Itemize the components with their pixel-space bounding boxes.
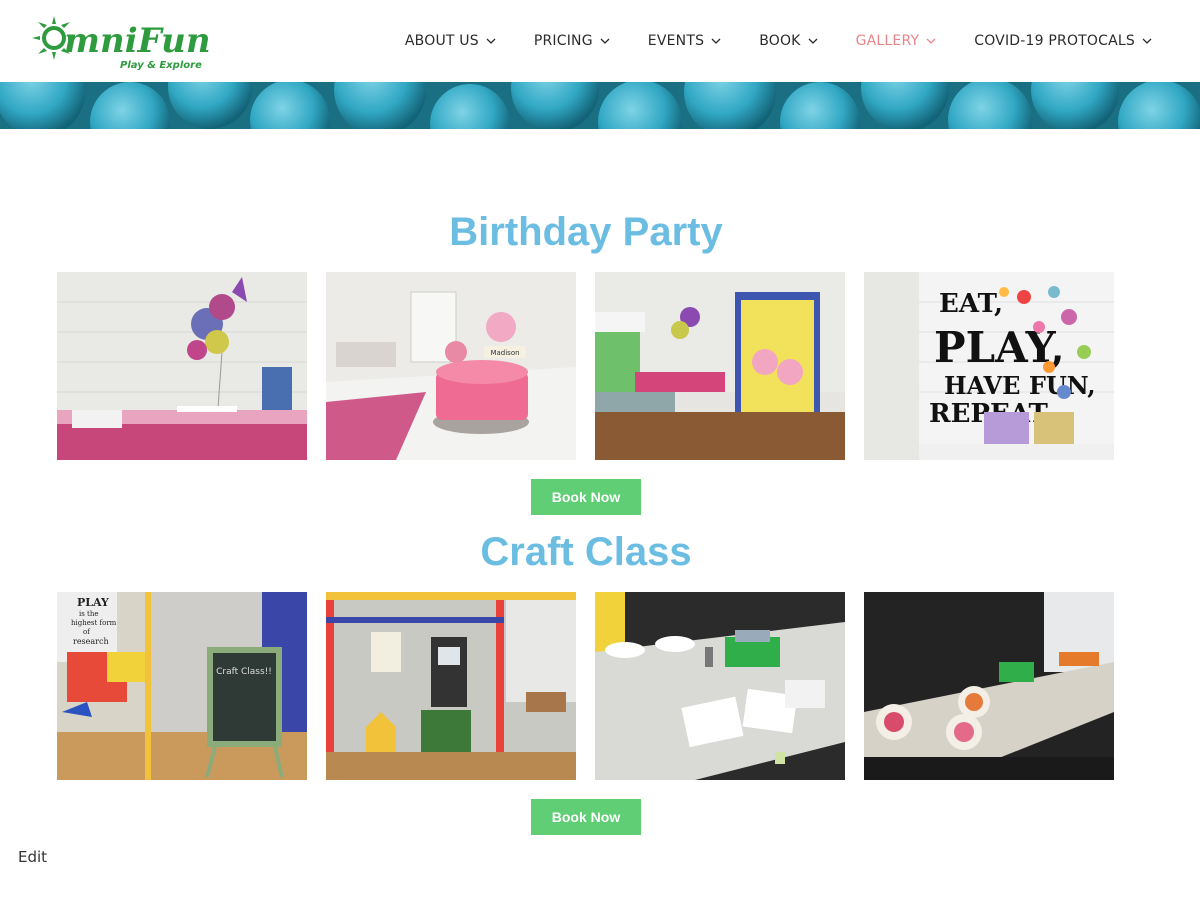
hero-banner-ball-pit	[0, 82, 1200, 129]
gallery-photo[interactable]	[595, 592, 845, 780]
chevron-down-icon	[1142, 38, 1152, 44]
nav-label: ABOUT US	[404, 33, 479, 49]
svg-text:EAT,: EAT,	[939, 289, 1003, 319]
svg-text:mniFun: mniFun	[64, 21, 210, 61]
omnifun-logo[interactable]: mniFun Play & Explore	[30, 8, 211, 74]
nav-label: BOOK	[759, 33, 801, 49]
chevron-down-icon	[808, 38, 818, 44]
nav-label: COVID-19 PROTOCALS	[974, 33, 1135, 49]
svg-text:Craft Class!!: Craft Class!!	[216, 667, 272, 677]
site-header: mniFun Play & Explore ABOUT US PRICING E…	[0, 0, 1200, 82]
nav-pricing[interactable]: PRICING	[534, 33, 610, 49]
svg-text:highest form: highest form	[71, 619, 117, 627]
svg-text:Play & Explore: Play & Explore	[120, 60, 202, 71]
nav-label: GALLERY	[855, 33, 920, 49]
nav-label: PRICING	[533, 33, 593, 49]
gallery-photo[interactable]	[595, 272, 845, 460]
gallery-photo[interactable]: PLAY is the highest form of research Cra…	[57, 592, 307, 780]
nav-about-us[interactable]: ABOUT US	[405, 33, 496, 49]
svg-text:research: research	[73, 637, 109, 646]
svg-text:is the: is the	[79, 610, 99, 618]
svg-text:Madison: Madison	[490, 349, 519, 357]
main-nav: ABOUT US PRICING EVENTS BOOK GALLERY COV…	[405, 0, 1152, 82]
nav-label: EVENTS	[647, 33, 705, 49]
gallery-photo[interactable]	[864, 592, 1114, 780]
nav-book[interactable]: BOOK	[759, 33, 818, 49]
gallery-photo[interactable]: Madison	[326, 272, 576, 460]
section-title-craft-class: Craft Class	[480, 530, 692, 574]
gallery-photo[interactable]: EAT, PLAY, HAVE FUN, REPEAT	[864, 272, 1114, 460]
book-now-button-craft[interactable]: Book Now	[531, 799, 641, 835]
book-now-button-birthday[interactable]: Book Now	[531, 479, 641, 515]
chevron-down-icon	[486, 38, 496, 44]
svg-text:PLAY: PLAY	[77, 596, 109, 609]
edit-link[interactable]: Edit	[18, 848, 47, 866]
nav-events[interactable]: EVENTS	[648, 33, 721, 49]
section-title-birthday-party: Birthday Party	[449, 210, 723, 254]
chevron-down-icon	[600, 38, 610, 44]
chevron-down-icon	[711, 38, 721, 44]
gallery-photo[interactable]	[57, 272, 307, 460]
nav-gallery[interactable]: GALLERY	[856, 33, 937, 49]
svg-text:HAVE FUN,: HAVE FUN,	[944, 371, 1096, 400]
gallery-photo[interactable]	[326, 592, 576, 780]
nav-covid-protocols[interactable]: COVID-19 PROTOCALS	[974, 33, 1152, 49]
chevron-down-icon	[926, 38, 936, 44]
gallery-craft-class: PLAY is the highest form of research Cra…	[57, 592, 1114, 780]
gallery-birthday-party: Madison EAT, PLAY, HAVE FUN, REPEAT	[57, 272, 1114, 460]
